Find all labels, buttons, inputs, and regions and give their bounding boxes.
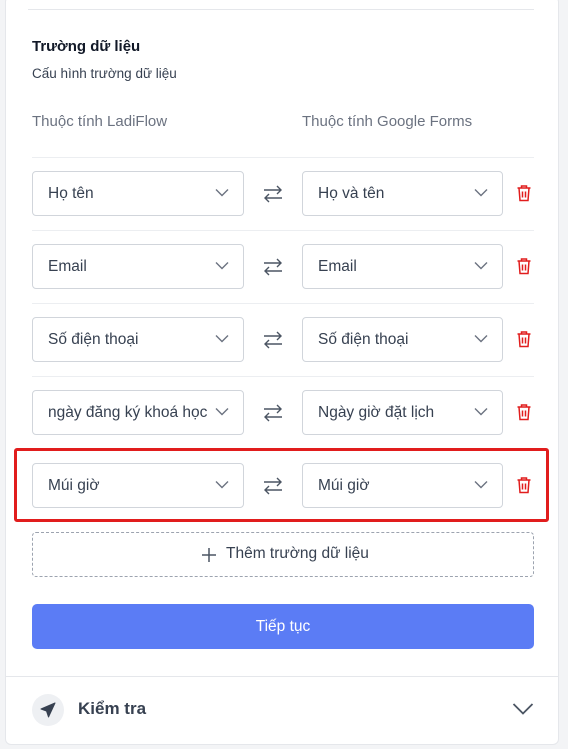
continue-label: Tiếp tục <box>255 617 311 635</box>
divider <box>5 676 559 677</box>
row-divider <box>32 303 534 304</box>
trash-icon[interactable] <box>516 184 532 202</box>
row-divider <box>32 230 534 231</box>
highlight-box <box>14 448 549 522</box>
chevron-down-icon <box>215 408 229 416</box>
chevron-down-icon[interactable] <box>512 702 534 716</box>
select-value: Ngày giờ đặt lịch <box>318 404 435 421</box>
select-value: Số điện thoại <box>48 331 139 348</box>
paper-plane-icon <box>32 694 64 726</box>
chevron-down-icon <box>215 189 229 197</box>
trash-icon[interactable] <box>516 330 532 348</box>
chevron-down-icon <box>474 262 488 270</box>
google-forms-field-select[interactable]: Họ và tên <box>302 171 503 216</box>
swap-icon <box>264 331 282 349</box>
mapping-row: Họ tên Họ và tên <box>0 157 568 230</box>
chevron-down-icon <box>474 189 488 197</box>
chevron-down-icon <box>474 335 488 343</box>
column-header-google-forms: Thuộc tính Google Forms <box>302 113 473 130</box>
swap-icon <box>264 258 282 276</box>
swap-icon <box>264 185 282 203</box>
trash-icon[interactable] <box>516 403 532 421</box>
select-value: Họ tên <box>48 185 94 202</box>
google-forms-field-select[interactable]: Số điện thoại <box>302 317 503 362</box>
select-value: Số điện thoại <box>318 331 409 348</box>
continue-button[interactable]: Tiếp tục <box>32 604 534 649</box>
row-divider <box>32 376 534 377</box>
check-section-title[interactable]: Kiểm tra <box>78 699 146 719</box>
google-forms-field-select[interactable]: Ngày giờ đặt lịch <box>302 390 503 435</box>
plus-icon <box>202 548 216 562</box>
row-divider <box>32 157 534 158</box>
trash-icon[interactable] <box>516 257 532 275</box>
select-value: ngày đăng ký khoá học <box>48 404 208 421</box>
ladiflow-field-select[interactable]: Số điện thoại <box>32 317 244 362</box>
section-subtitle: Cấu hình trường dữ liệu <box>32 66 177 81</box>
select-value: Email <box>48 258 87 275</box>
add-field-label: Thêm trường dữ liệu <box>226 545 369 562</box>
ladiflow-field-select[interactable]: ngày đăng ký khoá học <box>32 390 244 435</box>
ladiflow-field-select[interactable]: Email <box>32 244 244 289</box>
chevron-down-icon <box>474 408 488 416</box>
mapping-row: Số điện thoại Số điện thoại <box>0 303 568 376</box>
mapping-row: ngày đăng ký khoá học Ngày giờ đặt lịch <box>0 376 568 449</box>
divider <box>28 9 534 10</box>
chevron-down-icon <box>215 335 229 343</box>
chevron-down-icon <box>215 262 229 270</box>
swap-icon <box>264 404 282 422</box>
google-forms-field-select[interactable]: Email <box>302 244 503 289</box>
mapping-row: Email Email <box>0 230 568 303</box>
column-header-ladiflow: Thuộc tính LadiFlow <box>32 113 168 130</box>
select-value: Họ và tên <box>318 185 385 202</box>
section-title: Trường dữ liệu <box>32 38 141 55</box>
add-field-button[interactable]: Thêm trường dữ liệu <box>32 532 534 577</box>
select-value: Email <box>318 258 357 275</box>
ladiflow-field-select[interactable]: Họ tên <box>32 171 244 216</box>
